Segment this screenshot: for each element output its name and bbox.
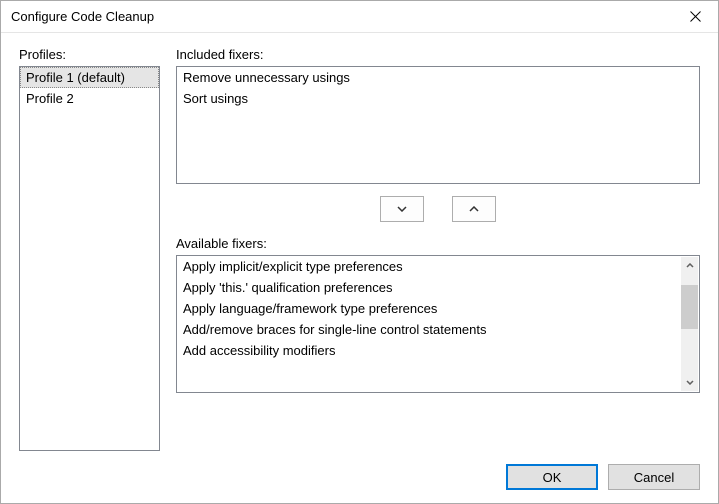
profiles-column: Profiles: Profile 1 (default) Profile 2 [19, 47, 160, 451]
chevron-down-icon [686, 380, 694, 385]
dialog-window: Configure Code Cleanup Profiles: Profile… [0, 0, 719, 504]
close-button[interactable] [672, 1, 718, 33]
chevron-up-icon [686, 263, 694, 268]
profiles-label: Profiles: [19, 47, 160, 62]
scroll-down-button[interactable] [681, 374, 698, 391]
available-fixer-item[interactable]: Add accessibility modifiers [177, 340, 681, 361]
available-fixer-item[interactable]: Apply language/framework type preference… [177, 298, 681, 319]
chevron-down-icon [397, 206, 407, 212]
fixers-column: Included fixers: Remove unnecessary usin… [176, 47, 700, 451]
profiles-listbox[interactable]: Profile 1 (default) Profile 2 [19, 66, 160, 451]
included-fixers-listbox[interactable]: Remove unnecessary usings Sort usings [176, 66, 700, 184]
move-up-button[interactable] [452, 196, 496, 222]
scroll-thumb[interactable] [681, 285, 698, 329]
profile-item[interactable]: Profile 1 (default) [20, 67, 159, 88]
ok-button[interactable]: OK [506, 464, 598, 490]
available-fixer-item[interactable]: Apply implicit/explicit type preferences [177, 256, 681, 277]
window-title: Configure Code Cleanup [11, 9, 154, 24]
included-fixer-item[interactable]: Sort usings [177, 88, 699, 109]
available-fixer-item[interactable]: Add/remove braces for single-line contro… [177, 319, 681, 340]
scrollbar[interactable] [681, 257, 698, 391]
scroll-up-button[interactable] [681, 257, 698, 274]
included-fixer-item[interactable]: Remove unnecessary usings [177, 67, 699, 88]
titlebar: Configure Code Cleanup [1, 1, 718, 33]
cancel-button[interactable]: Cancel [608, 464, 700, 490]
close-icon [690, 11, 701, 22]
profile-item[interactable]: Profile 2 [20, 88, 159, 109]
available-fixer-item[interactable]: Apply 'this.' qualification preferences [177, 277, 681, 298]
available-label: Available fixers: [176, 236, 700, 251]
available-fixers-listbox[interactable]: Apply implicit/explicit type preferences… [176, 255, 700, 393]
chevron-up-icon [469, 206, 479, 212]
included-label: Included fixers: [176, 47, 700, 62]
dialog-footer: OK Cancel [1, 451, 718, 503]
move-down-button[interactable] [380, 196, 424, 222]
dialog-content: Profiles: Profile 1 (default) Profile 2 … [1, 33, 718, 451]
move-buttons-row [176, 184, 700, 236]
